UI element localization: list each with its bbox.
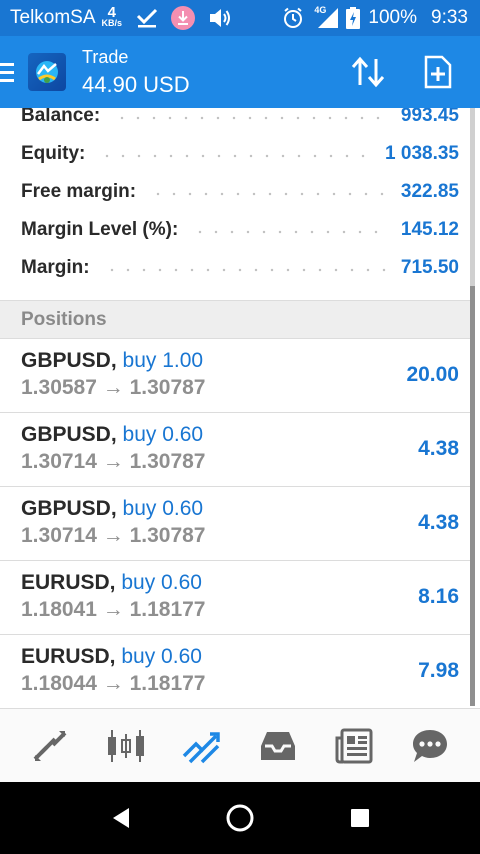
positions-header: Positions [0, 300, 470, 339]
margin-value: 715.50 [400, 257, 459, 278]
page-title: Trade [82, 47, 129, 67]
recents-icon[interactable] [330, 788, 390, 848]
position-row[interactable]: GBPUSD, buy 0.60 1.30714 → 1.30787 4.38 [0, 413, 470, 487]
chart-icon[interactable] [98, 718, 154, 774]
position-profit: 20.00 [406, 363, 459, 386]
network-speed: 4 KB/s [101, 4, 123, 28]
account-row-margin-level: Margin Level (%): 145.12 [0, 211, 470, 249]
position-profit: 4.38 [418, 437, 459, 460]
system-nav-bar [0, 782, 480, 854]
chat-icon[interactable] [402, 718, 458, 774]
position-side: buy 0.60 [122, 423, 204, 446]
margin-label: Margin: [21, 257, 90, 278]
position-symbol: GBPUSD, [21, 423, 117, 446]
position-row[interactable]: GBPUSD, buy 0.60 1.30714 → 1.30787 4.38 [0, 487, 470, 561]
free-margin-value: 322.85 [400, 181, 459, 202]
history-icon[interactable] [250, 718, 306, 774]
equity-value: 1 038.35 [385, 143, 459, 164]
clock: 9:33 [431, 7, 468, 28]
check-icon [136, 8, 158, 28]
app-bar: Trade 44.90 USD [0, 36, 480, 108]
position-side: buy 1.00 [122, 349, 204, 372]
network-type: 4G [314, 5, 327, 15]
account-row-free-margin: Free margin: 322.85 [0, 173, 470, 211]
battery-percent: 100% [368, 7, 418, 28]
status-bar: TelkomSA 4 KB/s 4G 100% 9:33 [0, 0, 480, 36]
equity-label: Equity: [21, 143, 86, 164]
bottom-nav [0, 708, 480, 782]
app-logo [28, 53, 66, 91]
news-icon[interactable] [326, 718, 382, 774]
margin-level-value: 145.12 [400, 219, 459, 240]
profit-total: 44.90 USD [82, 71, 190, 97]
position-prices: 1.18041 → 1.18177 [21, 598, 206, 621]
position-side: buy 0.60 [121, 571, 202, 594]
back-icon[interactable] [90, 788, 150, 848]
position-profit: 8.16 [418, 585, 459, 608]
position-symbol: EURUSD, [21, 645, 116, 668]
position-symbol: GBPUSD, [21, 497, 117, 520]
position-symbol: GBPUSD, [21, 349, 117, 372]
account-row-margin: Margin: 715.50 [0, 249, 470, 287]
position-symbol: EURUSD, [21, 571, 116, 594]
position-row[interactable]: EURUSD, buy 0.60 1.18044 → 1.18177 7.98 [0, 635, 470, 708]
balance-label: Balance: [21, 108, 101, 126]
position-prices: 1.18044 → 1.18177 [21, 672, 206, 695]
speed-value: 4 [107, 4, 116, 21]
scrollbar[interactable] [470, 108, 475, 706]
position-side: buy 0.60 [122, 497, 204, 520]
position-row[interactable]: GBPUSD, buy 1.00 1.30587 → 1.30787 20.00 [0, 339, 470, 413]
alarm-icon [282, 7, 304, 29]
scrollbar-thumb[interactable] [470, 286, 475, 706]
speed-unit: KB/s [101, 18, 123, 28]
free-margin-label: Free margin: [21, 181, 137, 202]
trade-content[interactable]: Balance: 993.45 Equity: 1 038.35 Free ma… [0, 108, 480, 708]
position-prices: 1.30714 → 1.30787 [21, 450, 206, 473]
balance-value: 993.45 [400, 108, 459, 126]
volume-icon [208, 7, 232, 29]
quotes-icon[interactable] [22, 718, 78, 774]
margin-level-label: Margin Level (%): [21, 219, 179, 240]
account-row-balance: Balance: 993.45 [0, 108, 470, 135]
download-icon [170, 5, 196, 31]
menu-icon[interactable] [0, 62, 18, 82]
signal-icon: 4G [314, 5, 340, 29]
position-prices: 1.30714 → 1.30787 [21, 524, 206, 547]
home-icon[interactable] [210, 788, 270, 848]
new-order-icon[interactable] [418, 52, 458, 92]
account-row-equity: Equity: 1 038.35 [0, 135, 470, 173]
app-titles: Trade 44.90 USD [82, 47, 190, 97]
position-side: buy 0.60 [121, 645, 202, 668]
carrier-name: TelkomSA [10, 7, 96, 28]
position-profit: 7.98 [418, 659, 459, 682]
sort-icon[interactable] [348, 52, 388, 92]
position-profit: 4.38 [418, 511, 459, 534]
battery-icon [346, 7, 361, 29]
trade-icon[interactable] [174, 718, 230, 774]
position-row[interactable]: EURUSD, buy 0.60 1.18041 → 1.18177 8.16 [0, 561, 470, 635]
position-prices: 1.30587 → 1.30787 [21, 376, 206, 399]
